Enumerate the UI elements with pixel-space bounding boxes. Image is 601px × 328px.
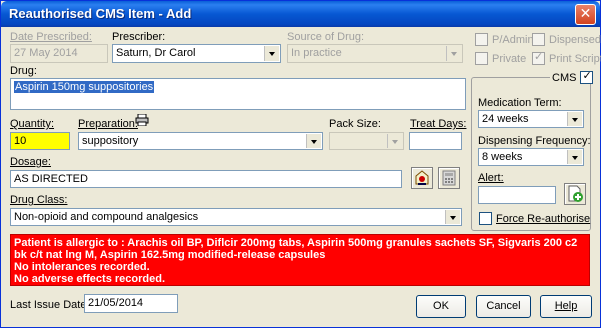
calculator-button[interactable] (438, 167, 460, 189)
chevron-down-icon[interactable] (445, 210, 460, 224)
prescriber-value: Saturn, Dr Carol (116, 47, 196, 59)
dosage-label: Dosage: (10, 156, 51, 168)
chevron-down-icon[interactable] (567, 112, 582, 126)
date-prescribed-field: 27 May 2014 (10, 44, 108, 63)
preparation-label: Preparation: (78, 118, 138, 130)
print-script-checkbox: Print Script (532, 50, 601, 65)
last-issue-date-field: 21/05/2014 (84, 294, 178, 313)
drug-class-select[interactable]: Non-opioid and compound analgesics (10, 208, 462, 226)
checkbox-icon (532, 50, 545, 65)
cms-label: CMS (552, 71, 577, 84)
drug-label: Drug: (10, 65, 37, 77)
pack-size-label: Pack Size: (329, 118, 381, 130)
alert-label: Alert: (478, 172, 504, 184)
chevron-down-icon (446, 46, 461, 61)
treat-days-label: Treat Days: (410, 118, 467, 130)
window-title: Reauthorised CMS Item - Add (9, 6, 192, 21)
cms-checkbox[interactable]: CMS (550, 69, 596, 84)
chevron-down-icon[interactable] (567, 150, 582, 164)
private-label: Private (492, 52, 527, 65)
source-of-drug-label: Source of Drug: (287, 31, 365, 43)
print-script-label: Print Script (549, 52, 601, 65)
medication-term-value: 24 weeks (482, 113, 529, 125)
prescriber-label: Prescriber: (112, 31, 165, 43)
allergy-warning-box: Patient is allergic to : Arachis oil BP,… (10, 234, 590, 286)
printer-icon[interactable] (135, 113, 149, 127)
checkbox-icon (475, 52, 488, 65)
alert-add-button[interactable] (564, 183, 586, 205)
add-document-icon (568, 185, 583, 202)
quantity-field[interactable]: 10 (10, 132, 70, 150)
prescriber-select[interactable]: Saturn, Dr Carol (112, 44, 281, 63)
calculator-icon (442, 170, 456, 186)
private-checkbox: Private (475, 52, 526, 65)
medication-term-select[interactable]: 24 weeks (478, 110, 584, 128)
checkbox-icon (532, 33, 545, 46)
dialog-window: Reauthorised CMS Item - Add ✕ Date Presc… (0, 0, 601, 328)
force-reauthorise-label: Force Re-authorise (496, 212, 591, 225)
chevron-down-icon[interactable] (306, 134, 321, 148)
p-admin-label: P/Admin (492, 33, 534, 46)
drug-value: Aspirin 150mg suppositories (14, 81, 155, 93)
warning-line: No adverse effects recorded. (14, 273, 166, 285)
dispensing-frequency-select[interactable]: 8 weeks (478, 148, 584, 166)
source-of-drug-value: In practice (291, 47, 342, 59)
close-icon: ✕ (579, 6, 592, 22)
chevron-down-icon (387, 134, 402, 148)
help-label: Help (554, 300, 578, 312)
dispensing-frequency-label: Dispensing Frequency: (478, 135, 591, 147)
force-reauthorise-checkbox[interactable]: Force Re-authorise (479, 212, 590, 225)
drug-field[interactable]: Aspirin 150mg suppositories (10, 78, 466, 110)
drug-class-value: Non-opioid and compound analgesics (14, 211, 199, 223)
dispensed-label: Dispensed (549, 33, 601, 46)
title-bar[interactable]: Reauthorised CMS Item - Add ✕ (1, 1, 600, 27)
checkbox-icon (479, 212, 492, 225)
help-button[interactable]: Help (540, 295, 592, 318)
close-button[interactable]: ✕ (575, 4, 596, 25)
last-issue-date-label: Last Issue Date: (10, 299, 90, 311)
checkbox-icon (475, 33, 488, 46)
source-of-drug-select: In practice (287, 44, 463, 63)
drug-class-label: Drug Class: (10, 194, 68, 206)
dosage-wizard-icon (415, 170, 429, 185)
alert-field[interactable] (478, 186, 556, 204)
warning-line: No intolerances recorded. (14, 261, 150, 273)
quantity-label: Quantity: (10, 118, 55, 130)
cancel-button[interactable]: Cancel (476, 295, 531, 318)
dosage-wizard-button[interactable] (411, 167, 433, 189)
treat-days-field[interactable] (409, 132, 462, 150)
date-prescribed-label: Date Prescribed: (10, 31, 92, 43)
medication-term-label: Medication Term: (478, 97, 562, 109)
warning-line: bk c/t nat lng M, Aspirin 162.5mg modifi… (14, 249, 326, 261)
preparation-select[interactable]: suppository (78, 132, 323, 150)
pack-size-select (329, 132, 404, 150)
checkbox-icon (580, 69, 594, 84)
preparation-value: suppository (82, 135, 139, 147)
dispensing-frequency-value: 8 weeks (482, 151, 523, 163)
ok-button[interactable]: OK (416, 295, 466, 318)
warning-line: Patient is allergic to : Arachis oil BP,… (14, 237, 578, 249)
prescriber-label-text: Prescriber: (112, 31, 166, 43)
chevron-down-icon[interactable] (264, 46, 279, 61)
p-admin-checkbox: P/Admin (475, 33, 534, 46)
dosage-field[interactable]: AS DIRECTED (10, 170, 402, 188)
dispensed-checkbox: Dispensed (532, 33, 601, 46)
